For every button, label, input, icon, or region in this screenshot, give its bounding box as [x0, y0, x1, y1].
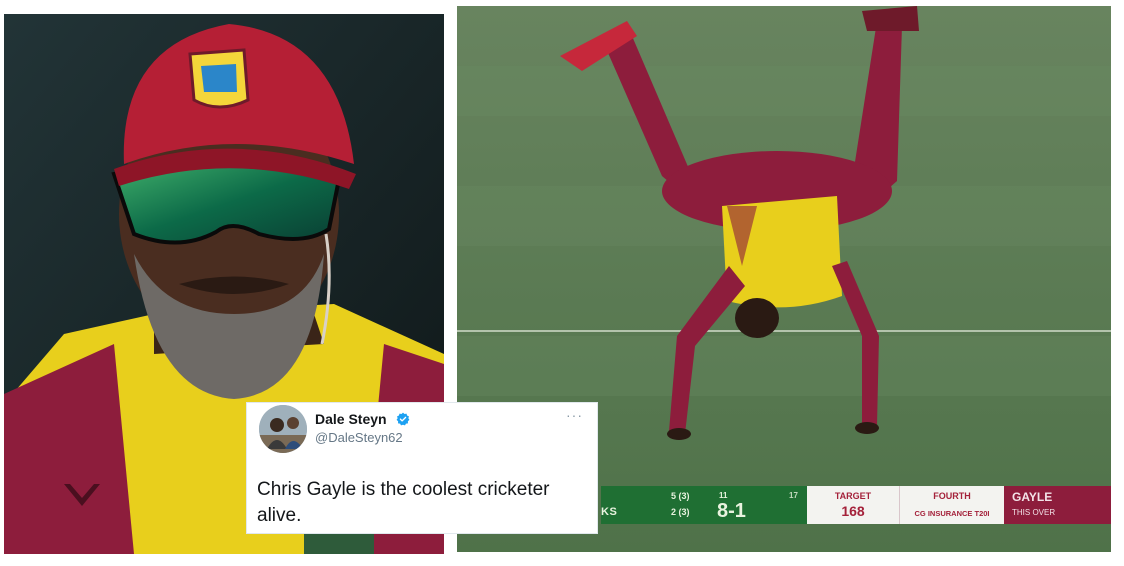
avatar[interactable] — [259, 405, 307, 453]
more-options-icon[interactable]: ··· — [566, 407, 583, 423]
scoreboard-stat-bottom: 2 (3) — [671, 507, 690, 517]
scoreboard-bowling-panel: KS 5 (3) 2 (3) 11 17 8-1 — [601, 486, 807, 524]
tweet-display-name[interactable]: Dale Steyn — [315, 411, 387, 427]
avatar-image — [259, 405, 307, 453]
scoreboard-player-sub: THIS OVER — [1012, 508, 1056, 517]
scoreboard-stat-num2: 17 — [789, 491, 798, 500]
tweet-card[interactable]: Dale Steyn @DaleSteyn62 ··· Chris Gayle … — [246, 402, 598, 534]
scoreboard-match-label: FOURTH — [933, 491, 971, 501]
tweet-text: Chris Gayle is the coolest cricketer ali… — [257, 479, 550, 526]
scoreboard-competition: CG INSURANCE T20I — [914, 509, 990, 518]
tv-scoreboard: KS 5 (3) 2 (3) 11 17 8-1 TARGET 168 FOUR… — [601, 486, 1111, 524]
scoreboard-stat-top: 5 (3) — [671, 491, 690, 501]
scoreboard-player-name: GAYLE — [1012, 490, 1053, 504]
tweet-handle[interactable]: @DaleSteyn62 — [315, 430, 403, 445]
scoreboard-stat-num: 11 — [719, 491, 728, 500]
scoreboard-target-value: 168 — [841, 503, 865, 519]
scoreboard-target-panel: TARGET 168 — [807, 486, 899, 524]
scoreboard-target-label: TARGET — [834, 491, 872, 501]
verified-badge-icon — [396, 412, 410, 426]
scoreboard-competition-panel: FOURTH CG INSURANCE T20I — [899, 486, 1004, 524]
scoreboard-team: KS — [601, 506, 618, 518]
scoreboard-player-panel: GAYLE THIS OVER — [1004, 486, 1111, 524]
scoreboard-figures: 8-1 — [717, 500, 746, 522]
